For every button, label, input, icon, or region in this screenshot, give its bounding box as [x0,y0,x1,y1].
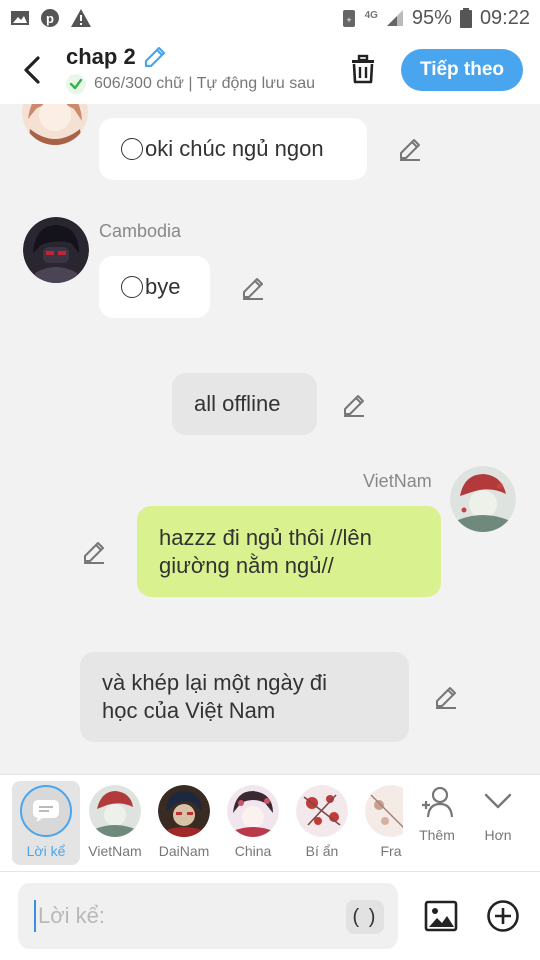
narration-bubble[interactable]: all offline [172,373,317,435]
character-vietnam[interactable]: VietNam [81,781,149,865]
edit-message-icon[interactable] [433,684,459,710]
edit-title-icon[interactable] [142,44,168,70]
avatar-mystery [296,785,348,837]
app-header: chap 2 606/300 chữ | Tự động lưu sau Tiế… [0,36,540,104]
network-type: 4G [364,9,378,21]
pinterest-notification-icon: p [41,9,59,27]
avatar-cambodia[interactable] [23,217,89,283]
plus-circle-icon[interactable] [486,899,520,933]
message-text: bye [145,274,181,299]
character-mystery[interactable]: Bí ẩn [288,781,356,865]
edit-message-icon[interactable] [341,392,367,418]
character-label: Fra [380,843,402,859]
svg-text:+: + [346,15,351,25]
avatar-vietnam[interactable] [450,466,516,532]
parenthesis-button[interactable]: ( ) [346,900,384,934]
chat-area[interactable]: oki chúc ngủ ngon Cambodia bye all offli… [0,104,540,774]
character-france-partial[interactable]: Fra [357,781,403,865]
gallery-notification-icon [11,11,29,25]
narration-input[interactable]: Lời kể: ( ) [18,883,398,949]
character-label: DaiNam [158,843,210,859]
edit-message-icon[interactable] [240,275,266,301]
avatar-girl[interactable] [22,104,88,145]
battery-percent: 95% [411,6,452,29]
trash-icon[interactable] [346,52,380,86]
character-label: VietNam [88,843,142,859]
edit-message-icon[interactable] [81,539,107,565]
more-label: Hơn [484,827,512,843]
edit-message-icon[interactable] [397,136,423,162]
more-button[interactable]: Hơn [468,785,528,843]
character-label: China [234,843,272,859]
composer-bar: Lời kể: ( ) [0,872,540,960]
narration-bubble[interactable]: và khép lại một ngày đi học của Việt Nam [80,652,409,742]
text-caret [34,900,36,932]
chapter-title: chap 2 [66,44,136,69]
character-selector: Lời kể VietNam DaiNam China Bí ẩn Fra Th… [0,774,540,872]
character-label: Lời kể [26,843,66,859]
message-text-line: giường nằm ngủ// [159,552,334,578]
message-text-line: hazzz đi ngủ thôi //lên [159,524,372,550]
signal-icon [386,10,403,26]
add-character-button[interactable]: Thêm [407,785,467,843]
avatar-france [365,785,403,837]
message-bubble[interactable]: oki chúc ngủ ngon [99,118,367,180]
character-china[interactable]: China [219,781,287,865]
character-label: Bí ẩn [305,843,339,859]
character-dainam[interactable]: DaiNam [150,781,218,865]
message-text-line: học của Việt Nam [102,698,276,723]
add-user-icon [422,786,454,818]
circle-symbol [121,138,143,160]
character-narrator[interactable]: Lời kể [12,781,80,865]
warning-notification-icon [71,9,91,27]
chevron-down-icon [484,793,512,809]
speaker-name: Cambodia [99,221,182,241]
svg-text:p: p [46,11,54,26]
next-button[interactable]: Tiếp theo [401,49,523,91]
avatar-dainam [158,785,210,837]
message-text-line: và khép lại một ngày đi [102,670,328,695]
chapter-title-block: chap 2 606/300 chữ | Tự động lưu sau [66,44,322,94]
message-text: all offline [194,391,281,416]
image-icon[interactable] [424,899,458,933]
message-bubble[interactable]: hazzz đi ngủ thôi //lên giường nằm ngủ// [137,506,441,597]
input-placeholder: Lời kể: [38,903,106,928]
back-arrow-icon[interactable] [20,54,46,86]
narrator-icon [20,785,72,837]
avatar-china [227,785,279,837]
message-text: oki chúc ngủ ngon [145,136,324,161]
clock: 09:22 [479,6,530,29]
speaker-name: VietNam [363,471,432,491]
circle-symbol [121,276,143,298]
battery-icon [459,8,472,28]
data-saver-icon: + [342,10,355,27]
avatar-vietnam [89,785,141,837]
add-label: Thêm [419,827,455,843]
message-bubble[interactable]: bye [99,256,210,318]
word-count-autosave: 606/300 chữ | Tự động lưu sau [94,75,316,92]
saved-check-icon [66,74,86,94]
status-bar: p + 4G 95% 09:22 [0,0,540,36]
